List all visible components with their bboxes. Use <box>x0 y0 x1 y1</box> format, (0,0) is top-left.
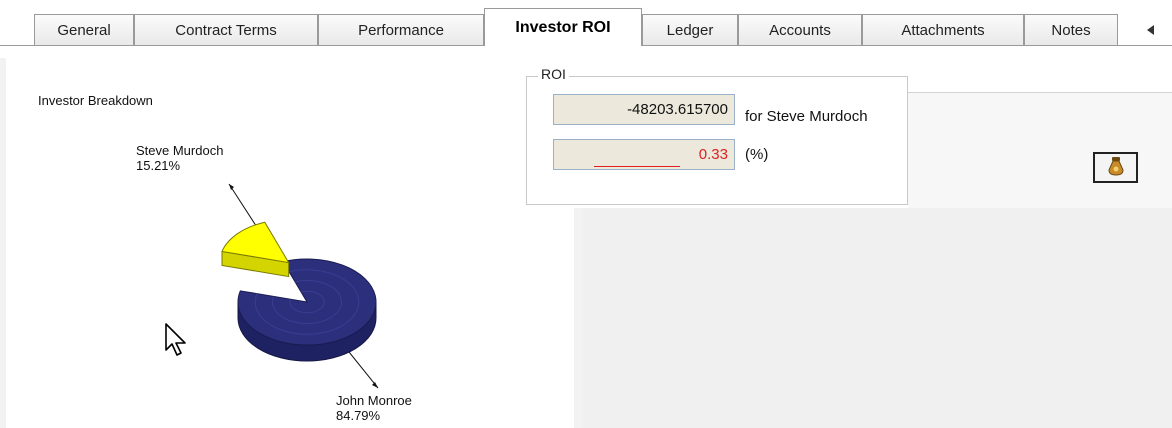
pie-label-steve-name: Steve Murdoch <box>136 143 224 158</box>
toolbar-pane-border <box>908 92 1172 93</box>
tab-attachments-label: Attachments <box>901 21 985 39</box>
pie-label-steve: Steve Murdoch 15.21% <box>136 143 223 173</box>
pie-label-john-percent: 84.79% <box>336 408 381 423</box>
leader-arrow-john <box>372 382 378 388</box>
mouse-cursor-icon <box>165 323 186 356</box>
roi-amount-field: -48203.615700 <box>553 94 735 125</box>
leader-line-john <box>344 346 379 389</box>
details-pane <box>583 208 1172 428</box>
tab-ledger[interactable]: Ledger <box>642 14 738 45</box>
roi-amount-label: for Steve Murdoch <box>745 108 868 125</box>
roi-group-legend: ROI <box>538 66 569 82</box>
roi-percent-label: (%) <box>745 146 769 163</box>
tab-notes[interactable]: Notes <box>1024 14 1118 45</box>
left-arrow-icon[interactable] <box>1140 18 1162 42</box>
tab-notes-label: Notes <box>1051 21 1091 39</box>
roi-percent-underline <box>594 166 680 167</box>
tab-ledger-label: Ledger <box>666 21 714 39</box>
pie-label-steve-percent: 15.21% <box>136 158 181 173</box>
money-bag-icon <box>1107 156 1125 180</box>
tab-accounts[interactable]: Accounts <box>738 14 862 45</box>
money-bag-button[interactable] <box>1093 152 1138 183</box>
pie-label-john-name: John Monroe <box>336 393 412 408</box>
pie-chart <box>221 183 379 389</box>
tab-accounts-label: Accounts <box>769 21 831 39</box>
tab-investor-roi[interactable]: Investor ROI <box>484 8 642 46</box>
pie-label-john: John Monroe 84.79% <box>336 393 412 423</box>
toolbar-pane <box>908 92 1172 208</box>
investor-roi-window: General Contract Terms Performance Inves… <box>0 0 1172 428</box>
tab-attachments[interactable]: Attachments <box>862 14 1024 45</box>
leader-arrow-steve <box>229 184 234 190</box>
tab-investor-roi-label: Investor ROI <box>515 18 611 36</box>
